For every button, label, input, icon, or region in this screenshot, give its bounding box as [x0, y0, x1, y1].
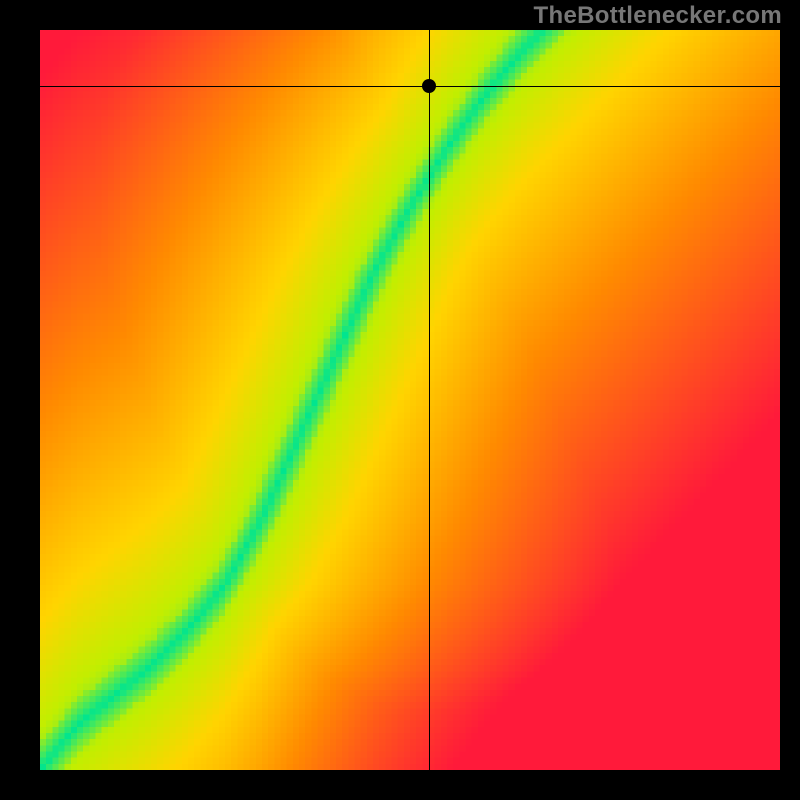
- crosshair-horizontal: [40, 86, 780, 87]
- bottleneck-heatmap: [40, 30, 780, 770]
- chart-frame: TheBottlenecker.com: [0, 0, 800, 800]
- crosshair-vertical: [429, 30, 430, 770]
- selection-marker: [422, 79, 436, 93]
- watermark-text: TheBottlenecker.com: [534, 2, 782, 30]
